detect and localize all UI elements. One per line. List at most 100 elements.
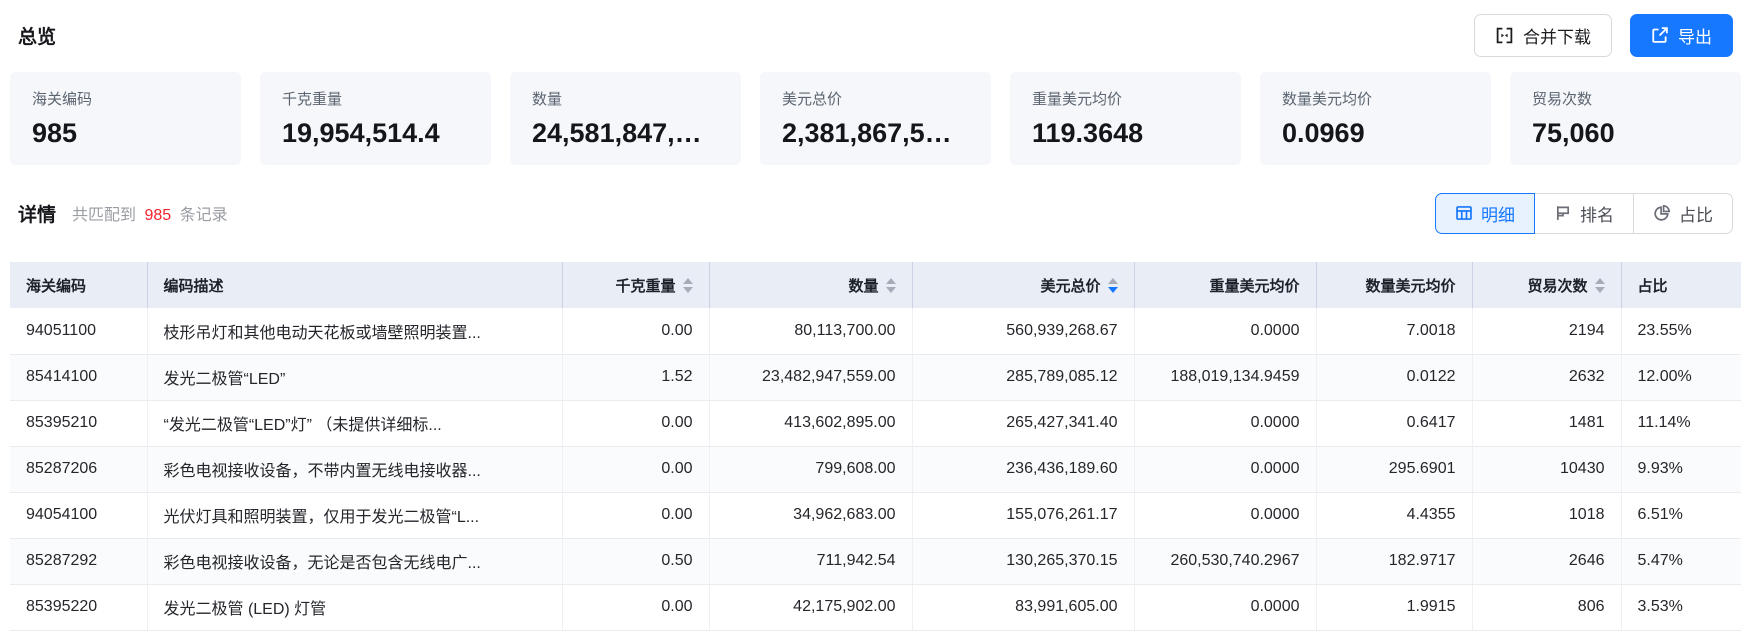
col-header-usd-avg-weight: 重量美元均价 (1134, 262, 1316, 308)
card-quantity: 数量 24,581,847,… (510, 72, 741, 165)
card-kg-weight: 千克重量 19,954,514.4 (260, 72, 491, 165)
table-row[interactable]: 85414100发光二极管“LED”1.5223,482,947,559.002… (10, 354, 1741, 400)
table-cell: 发光二极管“LED” (147, 354, 562, 400)
match-prefix: 共匹配到 (72, 207, 136, 224)
card-customs-code: 海关编码 985 (10, 72, 241, 165)
table-cell: 9.93% (1621, 446, 1741, 492)
table-cell: 85395210 (10, 400, 147, 446)
table-cell: 413,602,895.00 (709, 400, 912, 446)
col-header-customs-code: 海关编码 (10, 262, 147, 308)
table-cell: 83,991,605.00 (912, 584, 1134, 630)
pie-icon (1653, 204, 1671, 222)
match-count: 985 (140, 207, 175, 224)
table-cell: 34,962,683.00 (709, 492, 912, 538)
table-cell: 0.00 (562, 584, 709, 630)
col-header-usd-avg-qty: 数量美元均价 (1316, 262, 1472, 308)
match-info: 共匹配到 985 条记录 (72, 201, 228, 225)
table-cell: 0.00 (562, 400, 709, 446)
card-label: 千克重量 (282, 88, 469, 109)
table-cell: 295.6901 (1316, 446, 1472, 492)
table-cell: 80,113,700.00 (709, 308, 912, 354)
card-value: 985 (32, 118, 219, 149)
sort-icon[interactable] (683, 278, 693, 293)
card-trade-count: 贸易次数 75,060 (1510, 72, 1741, 165)
sort-icon[interactable] (1595, 278, 1605, 293)
sort-icon[interactable] (886, 278, 896, 293)
table-cell: 85287206 (10, 446, 147, 492)
table-cell: 0.00 (562, 492, 709, 538)
col-header-usd-total[interactable]: 美元总价 (912, 262, 1134, 308)
table-row[interactable]: 94054100光伏灯具和照明装置，仅用于发光二极管“L...0.0034,96… (10, 492, 1741, 538)
table-cell: 182.9717 (1316, 538, 1472, 584)
table-row[interactable]: 85395220发光二极管 (LED) 灯管0.0042,175,902.008… (10, 584, 1741, 630)
col-header-trade-count[interactable]: 贸易次数 (1472, 262, 1621, 308)
table-cell: 85287292 (10, 538, 147, 584)
table-cell: 彩色电视接收设备，无论是否包含无线电广... (147, 538, 562, 584)
table-row[interactable]: 85287292彩色电视接收设备，无论是否包含无线电广...0.50711,94… (10, 538, 1741, 584)
table-cell: 4.4355 (1316, 492, 1472, 538)
table-cell: 265,427,341.40 (912, 400, 1134, 446)
table-cell: 560,939,268.67 (912, 308, 1134, 354)
table-cell: 0.00 (562, 446, 709, 492)
table-cell: 85395220 (10, 584, 147, 630)
table-cell: 1.9915 (1316, 584, 1472, 630)
table-cell: 1481 (1472, 400, 1621, 446)
table-cell: 23.55% (1621, 308, 1741, 354)
table-cell: 10430 (1472, 446, 1621, 492)
table-cell: 130,265,370.15 (912, 538, 1134, 584)
table-cell: 6.51% (1621, 492, 1741, 538)
table-cell: 94051100 (10, 308, 147, 354)
summary-cards: 海关编码 985 千克重量 19,954,514.4 数量 24,581,847… (10, 72, 1741, 165)
match-suffix: 条记录 (180, 207, 228, 224)
table-cell: 0.0000 (1134, 446, 1316, 492)
flag-icon (1554, 204, 1572, 222)
table-cell: 0.0000 (1134, 584, 1316, 630)
tab-ranking[interactable]: 排名 (1534, 193, 1634, 234)
topbar: 总览 合并下载 (10, 13, 1741, 57)
table-cell: 5.47% (1621, 538, 1741, 584)
records-table: 海关编码 编码描述 千克重量 数量 美元总价 (10, 262, 1741, 631)
table-cell: 光伏灯具和照明装置，仅用于发光二极管“L... (147, 492, 562, 538)
table-cell: 12.00% (1621, 354, 1741, 400)
card-value: 19,954,514.4 (282, 118, 469, 149)
table-cell: 23,482,947,559.00 (709, 354, 912, 400)
tab-detail[interactable]: 明细 (1435, 193, 1535, 234)
card-value: 24,581,847,… (532, 118, 719, 149)
card-label: 美元总价 (782, 88, 969, 109)
table-row[interactable]: 85287206彩色电视接收设备，不带内置无线电接收器...0.00799,60… (10, 446, 1741, 492)
card-label: 数量 (532, 88, 719, 109)
table-cell: 0.50 (562, 538, 709, 584)
table-cell: 42,175,902.00 (709, 584, 912, 630)
card-usd-total: 美元总价 2,381,867,5… (760, 72, 991, 165)
table-row[interactable]: 94051100枝形吊灯和其他电动天花板或墙壁照明装置...0.0080,113… (10, 308, 1741, 354)
export-icon (1651, 26, 1669, 44)
details-bar: 详情 共匹配到 985 条记录 明细 (10, 192, 1741, 234)
col-header-description: 编码描述 (147, 262, 562, 308)
view-tab-group: 明细 排名 占比 (1435, 193, 1733, 234)
export-button[interactable]: 导出 (1630, 14, 1733, 57)
table-icon (1455, 204, 1473, 222)
topbar-actions: 合并下载 导出 (1474, 14, 1733, 57)
table-cell: 1.52 (562, 354, 709, 400)
table-cell: 188,019,134.9459 (1134, 354, 1316, 400)
merge-cells-icon (1495, 26, 1514, 45)
table-cell: 711,942.54 (709, 538, 912, 584)
card-value: 119.3648 (1032, 118, 1219, 149)
table-cell: 7.0018 (1316, 308, 1472, 354)
card-usd-avg-weight: 重量美元均价 119.3648 (1010, 72, 1241, 165)
table-cell: 0.6417 (1316, 400, 1472, 446)
table-cell: 260,530,740.2967 (1134, 538, 1316, 584)
sort-icon-descending[interactable] (1108, 278, 1118, 293)
table-cell: 236,436,189.60 (912, 446, 1134, 492)
tab-proportion[interactable]: 占比 (1633, 193, 1733, 234)
card-value: 75,060 (1532, 118, 1719, 149)
table-cell: 799,608.00 (709, 446, 912, 492)
col-header-quantity[interactable]: 数量 (709, 262, 912, 308)
col-header-kg-weight[interactable]: 千克重量 (562, 262, 709, 308)
table-cell: 2646 (1472, 538, 1621, 584)
tab-label: 明细 (1481, 201, 1515, 226)
card-label: 贸易次数 (1532, 88, 1719, 109)
card-value: 0.0969 (1282, 118, 1469, 149)
table-row[interactable]: 85395210“发光二极管“LED”灯” （未提供详细标...0.00413,… (10, 400, 1741, 446)
merge-download-button[interactable]: 合并下载 (1474, 14, 1612, 57)
